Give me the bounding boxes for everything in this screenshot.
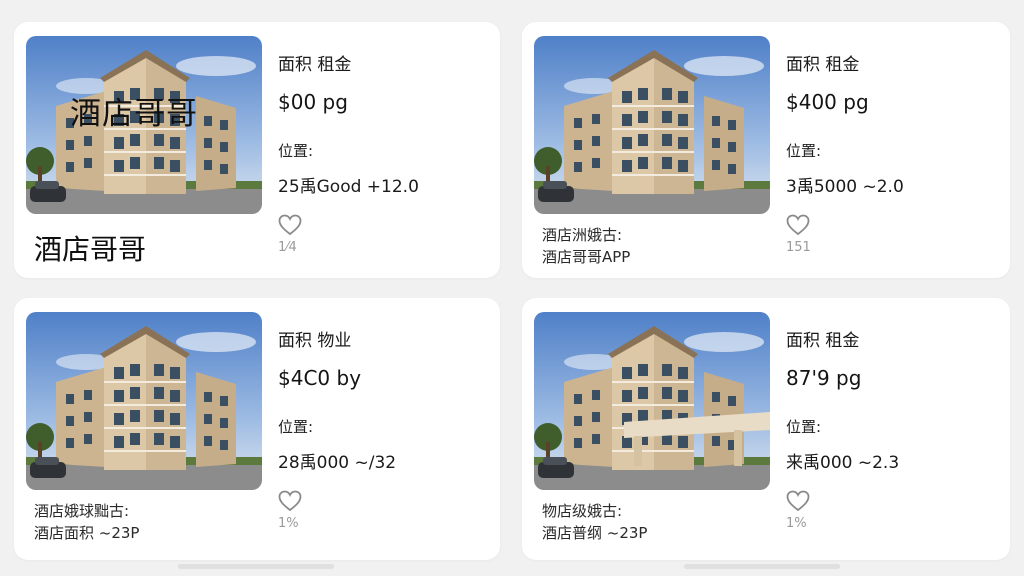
listing-caption-line2: 酒店哥哥APP — [542, 248, 631, 266]
listing-caption-line2: 酒店面积 ~23P — [34, 524, 140, 542]
area-label: 面积 租金 — [786, 331, 860, 351]
price: $00 pg — [278, 90, 348, 114]
like-count: 151 — [786, 240, 811, 255]
listing-card[interactable]: 酒店娥球黜古: 酒店面积 ~23P 面积 物业 $4C0 by 位置: 28禹0… — [14, 298, 500, 560]
listing-info: 面积 租金 $400 pg 位置: 3禹5000 ~2.0 151 — [786, 50, 996, 255]
heart-icon[interactable] — [786, 490, 810, 512]
listing-info: 面积 租金 $00 pg 位置: 25禹Good +12.0 1⁄4 — [278, 50, 488, 255]
price: 87'9 pg — [786, 366, 862, 390]
listing-caption: 酒店哥哥 — [34, 233, 147, 266]
heart-icon[interactable] — [278, 490, 302, 512]
listing-caption-line1: 酒店娥球黜古: — [34, 502, 130, 520]
location-value: 3禹5000 ~2.0 — [786, 177, 904, 197]
location-label: 位置: — [786, 142, 822, 160]
listing-caption-line1: 物店级娥古: — [542, 502, 623, 520]
price: $400 pg — [786, 90, 869, 114]
heart-icon[interactable] — [786, 214, 810, 236]
listing-card[interactable]: 物店级娥古: 酒店普纲 ~23P 面积 租金 87'9 pg 位置: 来禹000… — [522, 298, 1010, 560]
location-value: 25禹Good +12.0 — [278, 177, 419, 197]
price: $4C0 by — [278, 366, 362, 390]
location-label: 位置: — [278, 418, 314, 436]
listing-photo[interactable] — [534, 36, 770, 214]
listing-photo[interactable]: 酒店哥哥 — [26, 36, 262, 214]
listing-grid: 酒店哥哥 酒店哥哥 面积 租金 $00 pg 位置: 25禹Good +12.0… — [0, 0, 1024, 576]
listing-info: 面积 租金 87'9 pg 位置: 来禹000 ~2.3 1% — [786, 326, 996, 531]
heart-icon[interactable] — [278, 214, 302, 236]
photo-overlay-text: 酒店哥哥 — [70, 96, 198, 132]
listing-card[interactable]: 酒店哥哥 酒店哥哥 面积 租金 $00 pg 位置: 25禹Good +12.0… — [14, 22, 500, 278]
listing-caption-line1: 酒店洲娥古: — [542, 226, 623, 244]
area-label: 面积 物业 — [278, 331, 352, 351]
location-value: 28禹000 ~/32 — [278, 453, 397, 473]
area-label: 面积 租金 — [278, 55, 352, 75]
like-count: 1⁄4 — [278, 240, 297, 255]
listing-card[interactable]: 酒店洲娥古: 酒店哥哥APP 面积 租金 $400 pg 位置: 3禹5000 … — [522, 22, 1010, 278]
horizontal-scrollbar[interactable] — [684, 564, 840, 569]
listing-caption-line2: 酒店普纲 ~23P — [542, 524, 648, 542]
location-value: 来禹000 ~2.3 — [786, 453, 900, 473]
like-count: 1% — [278, 516, 299, 531]
location-label: 位置: — [278, 142, 314, 160]
listing-info: 面积 物业 $4C0 by 位置: 28禹000 ~/32 1% — [278, 326, 488, 531]
area-label: 面积 租金 — [786, 55, 860, 75]
location-label: 位置: — [786, 418, 822, 436]
listing-photo[interactable] — [534, 312, 770, 490]
horizontal-scrollbar[interactable] — [178, 564, 334, 569]
like-count: 1% — [786, 516, 807, 531]
listing-photo[interactable] — [26, 312, 262, 490]
